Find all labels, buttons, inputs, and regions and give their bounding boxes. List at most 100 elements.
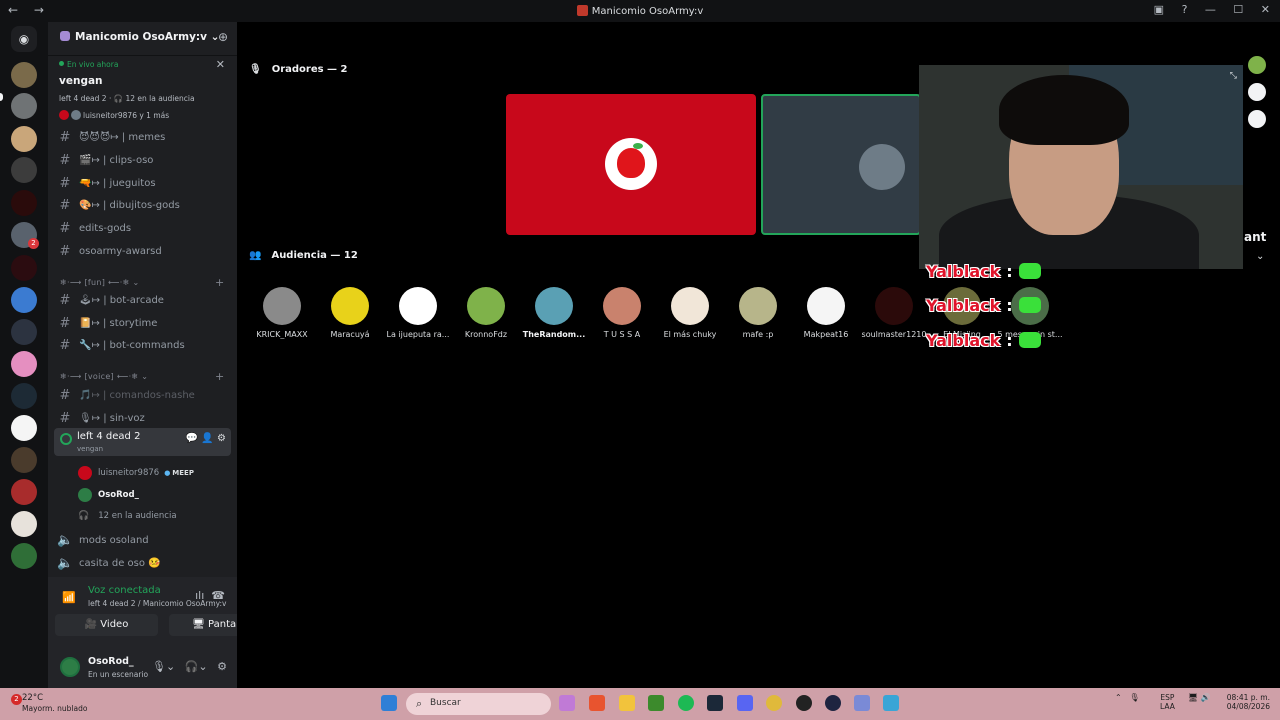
server-icon[interactable] bbox=[11, 447, 37, 473]
discord-icon[interactable] bbox=[737, 695, 753, 711]
search-icon: ⌕ bbox=[416, 697, 423, 710]
speaker-tile[interactable] bbox=[761, 94, 921, 235]
invite-people-icon[interactable]: ⊕ bbox=[218, 30, 228, 44]
channel-edits-gods[interactable]: # edits-gods bbox=[54, 218, 231, 238]
audience-member[interactable]: La ijueputa ra... bbox=[383, 287, 453, 339]
channel-osoarmy-awarsd[interactable]: # osoarmy-awarsd bbox=[54, 241, 231, 261]
audience-member[interactable]: Maracuyá bbox=[315, 287, 385, 339]
channel-bot-arcade[interactable]: # 🕹↦ | bot-arcade bbox=[54, 290, 231, 310]
minecraft-icon[interactable] bbox=[648, 695, 664, 711]
app-icon[interactable] bbox=[825, 695, 841, 711]
server-indicator bbox=[0, 93, 3, 101]
stage-channel-active[interactable]: left 4 dead 2 vengan 💬 👤 ⚙ bbox=[54, 428, 231, 456]
search-input[interactable]: ⌕ Buscar bbox=[406, 693, 551, 715]
maximize-button[interactable]: ☐ bbox=[1233, 3, 1243, 16]
audience-member[interactable]: KronnoFdz bbox=[451, 287, 521, 339]
minimize-button[interactable]: — bbox=[1205, 3, 1216, 16]
avatar[interactable] bbox=[1248, 83, 1266, 101]
voice-user[interactable]: luisneitor9876MEEP bbox=[78, 464, 194, 482]
copilot-icon[interactable] bbox=[559, 695, 575, 711]
audience-member[interactable]: Makpeat16 bbox=[791, 287, 861, 339]
channel-bot-commands[interactable]: # 🔧↦ | bot-commands bbox=[54, 335, 231, 355]
microphone-icon: 🎙 bbox=[249, 64, 262, 75]
server-icon[interactable] bbox=[11, 479, 37, 505]
app-icon[interactable] bbox=[854, 695, 870, 711]
server-icon[interactable] bbox=[11, 511, 37, 537]
server-icon[interactable] bbox=[11, 190, 37, 216]
server-icon[interactable] bbox=[11, 319, 37, 345]
alert-emote-icon bbox=[1018, 332, 1041, 348]
avatar[interactable] bbox=[1248, 56, 1266, 74]
channel-memes[interactable]: # 😈😈😈↦ | memes bbox=[54, 127, 231, 147]
hash-icon: # bbox=[59, 410, 71, 426]
server-icon[interactable] bbox=[11, 126, 37, 152]
server-icon[interactable] bbox=[11, 255, 37, 281]
category-voice[interactable]: ❄·⟶ [voice] ⟵·❄ ⌄ + bbox=[60, 370, 224, 383]
live-dot-icon bbox=[59, 61, 64, 66]
add-channel-icon[interactable]: + bbox=[215, 370, 225, 383]
speakers-header: 🎙 Oradores — 2 bbox=[249, 64, 348, 75]
system-tray[interactable]: ⌃ 🎙 bbox=[1115, 693, 1140, 702]
headphones-icon: 🎧 bbox=[78, 511, 90, 521]
server-icon[interactable] bbox=[11, 62, 37, 88]
brave-icon[interactable] bbox=[589, 695, 605, 711]
chevron-down-icon[interactable]: ⌄ bbox=[1256, 251, 1264, 262]
start-icon[interactable] bbox=[381, 695, 397, 711]
server-icon[interactable] bbox=[11, 351, 37, 377]
category-fun[interactable]: ❄·⟶ [fun] ⟵·❄ ⌄ + bbox=[60, 276, 224, 289]
channel-dibujitos-gods[interactable]: # 🎨↦ | dibujitos-gods bbox=[54, 195, 231, 215]
server-icon[interactable] bbox=[11, 93, 37, 119]
signal-icon[interactable]: 📶 bbox=[62, 591, 76, 604]
channel-storytime[interactable]: # 📔↦ | storytime bbox=[54, 313, 231, 333]
chrome-icon[interactable] bbox=[766, 695, 782, 711]
file-explorer-icon[interactable] bbox=[619, 695, 635, 711]
soundboard-icon[interactable]: ılı bbox=[195, 589, 204, 602]
notepad-icon[interactable] bbox=[883, 695, 899, 711]
language-indicator[interactable]: ESP LAA bbox=[1160, 693, 1175, 711]
server-icon[interactable] bbox=[11, 415, 37, 441]
speaker-tile[interactable] bbox=[506, 94, 756, 235]
collapse-icon[interactable]: ⤡ bbox=[1230, 71, 1237, 81]
channel-clips-oso[interactable]: # 🎬↦ | clips-oso bbox=[54, 150, 231, 170]
audience-member[interactable]: mafe :p bbox=[723, 287, 793, 339]
audience-member[interactable]: soulmaster1210 bbox=[859, 287, 929, 339]
channel-mods-osoland[interactable]: 🔈 mods osoland bbox=[54, 530, 231, 550]
channel-casita-de-oso[interactable]: 🔈 casita de oso 🤒 bbox=[54, 553, 231, 573]
speaker-icon: 🔈 bbox=[57, 555, 74, 571]
spotify-icon[interactable] bbox=[678, 695, 694, 711]
audience-member[interactable]: TheRandom... bbox=[519, 287, 589, 339]
obs-icon[interactable] bbox=[796, 695, 812, 711]
disconnect-icon[interactable]: ☎ bbox=[211, 589, 225, 602]
user-avatar[interactable] bbox=[60, 657, 80, 677]
audience-member[interactable]: El más chuky bbox=[655, 287, 725, 339]
server-icon[interactable] bbox=[11, 543, 37, 569]
microphone-icon[interactable]: 🎙⌄ bbox=[152, 660, 175, 673]
close-button[interactable]: ✕ bbox=[1261, 3, 1270, 16]
discord-home-icon[interactable]: ◉ bbox=[11, 26, 37, 52]
gear-icon[interactable]: ⚙ bbox=[217, 660, 227, 673]
channel-comandos-nashe[interactable]: # 🎵↦ | comandos-nashe bbox=[54, 385, 231, 405]
audience-member[interactable]: T U S S A bbox=[587, 287, 657, 339]
video-button[interactable]: 🎥 Video bbox=[55, 614, 158, 636]
channel-sin-voz[interactable]: # 🎙↦ | sin-voz bbox=[54, 408, 231, 428]
network-volume-icons[interactable]: 🖥 🔊 bbox=[1188, 693, 1211, 702]
audience-count[interactable]: 🎧 12 en la audiencia bbox=[78, 507, 177, 525]
server-header[interactable]: Manicomio OsoArmy:v ⌄ ⊕ bbox=[48, 22, 237, 56]
server-icon[interactable] bbox=[11, 383, 37, 409]
server-name[interactable]: Manicomio OsoArmy:v ⌄ bbox=[60, 31, 219, 43]
voice-user[interactable]: OsoRod_ bbox=[78, 486, 139, 504]
inbox-icon[interactable]: ▣ bbox=[1154, 3, 1164, 16]
server-icon[interactable] bbox=[11, 157, 37, 183]
add-channel-icon[interactable]: + bbox=[215, 276, 225, 289]
channel-actions[interactable]: 💬 👤 ⚙ bbox=[186, 433, 226, 444]
avatar[interactable] bbox=[1248, 110, 1266, 128]
weather-widget[interactable]: 2 22°C Mayorm. nublado bbox=[11, 693, 87, 713]
steam-icon[interactable] bbox=[707, 695, 723, 711]
help-icon[interactable]: ? bbox=[1182, 3, 1188, 16]
headphones-icon[interactable]: 🎧⌄ bbox=[185, 660, 208, 673]
server-icon[interactable] bbox=[11, 287, 37, 313]
channel-jueguitos[interactable]: # 🔫↦ | jueguitos bbox=[54, 173, 231, 193]
close-icon[interactable]: ✕ bbox=[216, 58, 225, 71]
audience-member[interactable]: KRICK_MAXX bbox=[247, 287, 317, 339]
clock[interactable]: 08:41 p. m. 04/08/2026 bbox=[1226, 693, 1270, 711]
